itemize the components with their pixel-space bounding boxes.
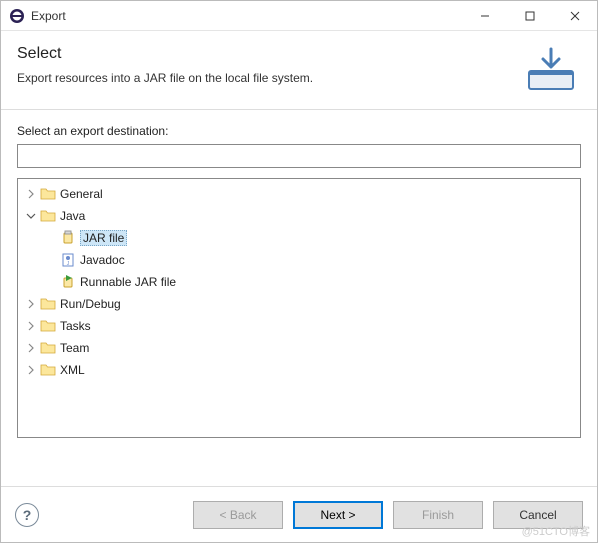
tree-item[interactable]: Team: [20, 337, 578, 359]
export-icon: [521, 45, 581, 95]
window-title: Export: [31, 9, 462, 23]
folder-icon: [40, 208, 56, 224]
jar-icon: [60, 230, 76, 246]
chevron-right-icon: [44, 275, 58, 289]
filter-input[interactable]: [17, 144, 581, 168]
close-button[interactable]: [552, 1, 597, 30]
tree-item[interactable]: Runnable JAR file: [20, 271, 578, 293]
chevron-right-icon: [44, 231, 58, 245]
chevron-right-icon: [44, 253, 58, 267]
tree-item-label: Java: [60, 209, 85, 223]
finish-button[interactable]: Finish: [393, 501, 483, 529]
tree-item-label: Team: [60, 341, 89, 355]
header-text: Select Export resources into a JAR file …: [17, 45, 509, 85]
chevron-right-icon[interactable]: [24, 319, 38, 333]
folder-icon: [40, 186, 56, 202]
minimize-button[interactable]: [462, 1, 507, 30]
javadoc-icon: J: [60, 252, 76, 268]
tree-item[interactable]: Java: [20, 205, 578, 227]
chevron-right-icon[interactable]: [24, 297, 38, 311]
tree-item[interactable]: XML: [20, 359, 578, 381]
tree-item[interactable]: Tasks: [20, 315, 578, 337]
header-panel: Select Export resources into a JAR file …: [1, 31, 597, 110]
tree-item[interactable]: General: [20, 183, 578, 205]
tree-item-label: Runnable JAR file: [80, 275, 176, 289]
folder-icon: [40, 340, 56, 356]
footer: ? < Back Next > Finish Cancel: [1, 486, 597, 542]
window-controls: [462, 1, 597, 30]
wizard-body: Select an export destination: General Jav…: [1, 110, 597, 486]
header-title: Select: [17, 45, 509, 63]
folder-icon: [40, 362, 56, 378]
header-description: Export resources into a JAR file on the …: [17, 71, 509, 85]
chevron-right-icon[interactable]: [24, 363, 38, 377]
help-icon: ?: [23, 507, 32, 523]
tree-item[interactable]: JAR file: [20, 227, 578, 249]
runjar-icon: [60, 274, 76, 290]
folder-icon: [40, 318, 56, 334]
help-button[interactable]: ?: [15, 503, 39, 527]
tree-item-label: General: [60, 187, 103, 201]
watermark: @51CTO博客: [522, 523, 590, 539]
next-button[interactable]: Next >: [293, 501, 383, 529]
tree-item-label: Javadoc: [80, 253, 125, 267]
titlebar: Export: [1, 1, 597, 31]
filter-label: Select an export destination:: [17, 124, 581, 138]
tree-item[interactable]: Run/Debug: [20, 293, 578, 315]
tree-item-label: Run/Debug: [60, 297, 121, 311]
chevron-right-icon[interactable]: [24, 187, 38, 201]
tree-item-label: XML: [60, 363, 85, 377]
back-button[interactable]: < Back: [193, 501, 283, 529]
folder-icon: [40, 296, 56, 312]
tree-item[interactable]: J Javadoc: [20, 249, 578, 271]
tree-item-label: JAR file: [80, 230, 127, 246]
tree-item-label: Tasks: [60, 319, 91, 333]
chevron-down-icon[interactable]: [24, 209, 38, 223]
app-icon: [9, 8, 25, 24]
maximize-button[interactable]: [507, 1, 552, 30]
chevron-right-icon[interactable]: [24, 341, 38, 355]
destination-tree[interactable]: General Java JAR fileJ Javadoc Runnable JAR …: [17, 178, 581, 438]
